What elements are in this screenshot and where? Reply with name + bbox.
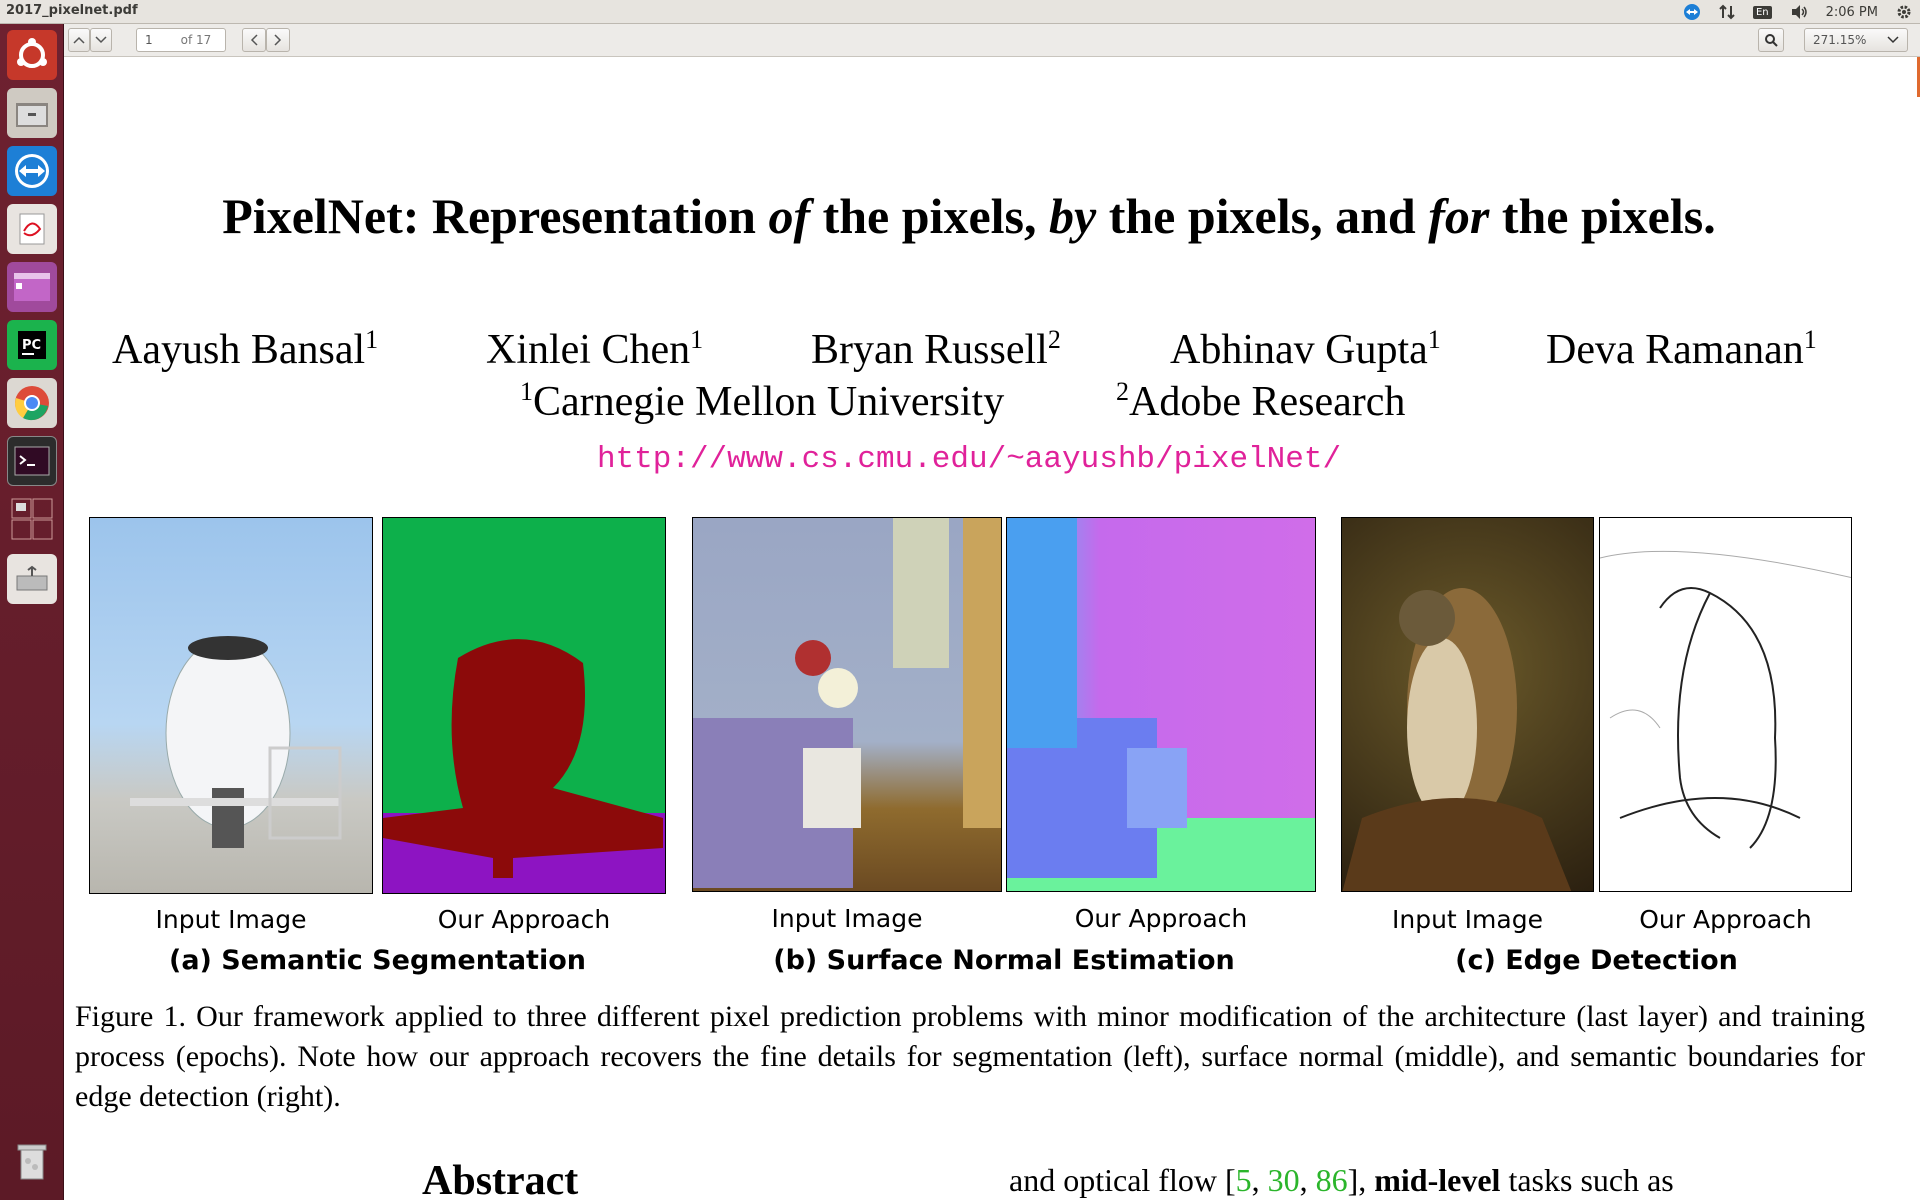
usb-drive-icon[interactable]: [7, 554, 57, 604]
image-caption: Input Image: [1392, 905, 1543, 934]
image-caption: Input Image: [771, 904, 923, 933]
author: Bryan Russell2: [811, 325, 1061, 373]
image-caption: Our Approach: [437, 905, 611, 934]
chevron-down-icon: [1887, 36, 1899, 44]
title-part: by: [1049, 188, 1097, 244]
previous-page-button[interactable]: [68, 28, 90, 52]
subfigure-caption: (b) Surface Normal Estimation: [773, 945, 1235, 976]
trash-icon[interactable]: [7, 1136, 57, 1186]
chevron-left-icon: [250, 34, 258, 46]
hawk-input-image: [1341, 517, 1594, 892]
image-caption: Input Image: [155, 905, 307, 934]
figure-caption: Figure 1. Our framework applied to three…: [75, 1000, 1865, 1113]
title-part: PixelNet: Representation: [222, 188, 769, 244]
subfigure-caption: (a) Semantic Segmentation: [168, 945, 586, 976]
gear-icon[interactable]: [1896, 4, 1912, 20]
citation-link[interactable]: 5: [1236, 1162, 1252, 1198]
page-number-field[interactable]: 1 of 17: [136, 28, 226, 52]
network-icon[interactable]: [1719, 4, 1735, 20]
chrome-icon[interactable]: [7, 378, 57, 428]
author: Aayush Bansal1: [112, 325, 379, 373]
title-part: of: [768, 188, 811, 244]
title-part: the pixels.: [1489, 188, 1716, 244]
author: Deva Ramanan1: [1546, 325, 1817, 373]
image-caption: Our Approach: [1639, 905, 1812, 934]
system-tray: En 2:06 PM: [1683, 0, 1912, 24]
files-icon[interactable]: [7, 88, 57, 138]
volume-icon[interactable]: [1790, 4, 1808, 20]
history-back-button[interactable]: [242, 28, 266, 52]
ubuntu-dash-icon[interactable]: [7, 30, 57, 80]
right-column-text: and optical flow [5, 30, 86], mid-level …: [1009, 1162, 1674, 1198]
title-part: the pixels,: [810, 188, 1049, 244]
viewer-toolbar: 1 of 17 271.15%: [64, 24, 1920, 57]
teamviewer-icon[interactable]: [7, 146, 57, 196]
page-total-label: of 17: [180, 33, 212, 47]
launcher: PC: [0, 24, 64, 1200]
history-forward-button[interactable]: [266, 28, 290, 52]
zoom-value: 271.15%: [1813, 33, 1867, 47]
image-caption: Our Approach: [1074, 904, 1248, 933]
page-number-value: 1: [145, 33, 153, 47]
document-viewer-icon[interactable]: [7, 204, 57, 254]
citation-link[interactable]: 30: [1268, 1162, 1300, 1198]
project-url-link[interactable]: http://www.cs.cmu.edu/~aayushb/pixelNet/: [64, 442, 1874, 477]
pdf-page: PixelNet: Representation of the pixels, …: [64, 57, 1920, 1200]
title-part: for: [1428, 188, 1490, 244]
svg-text:PC: PC: [22, 338, 41, 353]
bedroom-input-image: [692, 517, 1002, 892]
airplane-input-image: [89, 517, 373, 894]
top-panel: 2017_pixelnet.pdf En 2:06 PM: [0, 0, 1920, 24]
clock[interactable]: 2:06 PM: [1826, 5, 1878, 20]
teamviewer-tray-icon[interactable]: [1683, 3, 1701, 21]
citation-link[interactable]: 86: [1316, 1162, 1348, 1198]
author: Xinlei Chen1: [486, 325, 704, 373]
workspaces-icon[interactable]: [7, 494, 57, 544]
affiliation: 1Carnegie Mellon University: [520, 377, 1005, 425]
segmentation-output-image: [382, 517, 666, 894]
terminal-icon[interactable]: [7, 436, 57, 486]
next-page-button[interactable]: [90, 28, 112, 52]
window-title: 2017_pixelnet.pdf: [6, 3, 138, 18]
author: Abhinav Gupta1: [1170, 325, 1441, 373]
text-fragment: mid-level: [1374, 1162, 1501, 1198]
chevron-up-icon: [73, 36, 85, 44]
abstract-heading: Abstract: [422, 1158, 579, 1200]
pycharm-icon[interactable]: PC: [7, 320, 57, 370]
title-part: the pixels, and: [1096, 188, 1429, 244]
zoom-select[interactable]: 271.15%: [1804, 28, 1908, 52]
affiliation: 2Adobe Research: [1116, 377, 1406, 425]
workspace-switcher-icon[interactable]: [7, 262, 57, 312]
text-fragment: tasks such as: [1500, 1162, 1674, 1198]
subfigure-caption: (c) Edge Detection: [1455, 945, 1738, 976]
paper-title: PixelNet: Representation of the pixels, …: [64, 187, 1874, 245]
keyboard-layout-indicator[interactable]: En: [1752, 5, 1772, 19]
search-icon: [1765, 34, 1778, 47]
chevron-down-icon: [95, 36, 107, 44]
surface-normal-output-image: [1006, 517, 1316, 892]
text-fragment: and optical flow [: [1009, 1162, 1236, 1198]
edge-output-image: [1599, 517, 1852, 892]
chevron-right-icon: [274, 34, 282, 46]
search-button[interactable]: [1758, 28, 1784, 52]
